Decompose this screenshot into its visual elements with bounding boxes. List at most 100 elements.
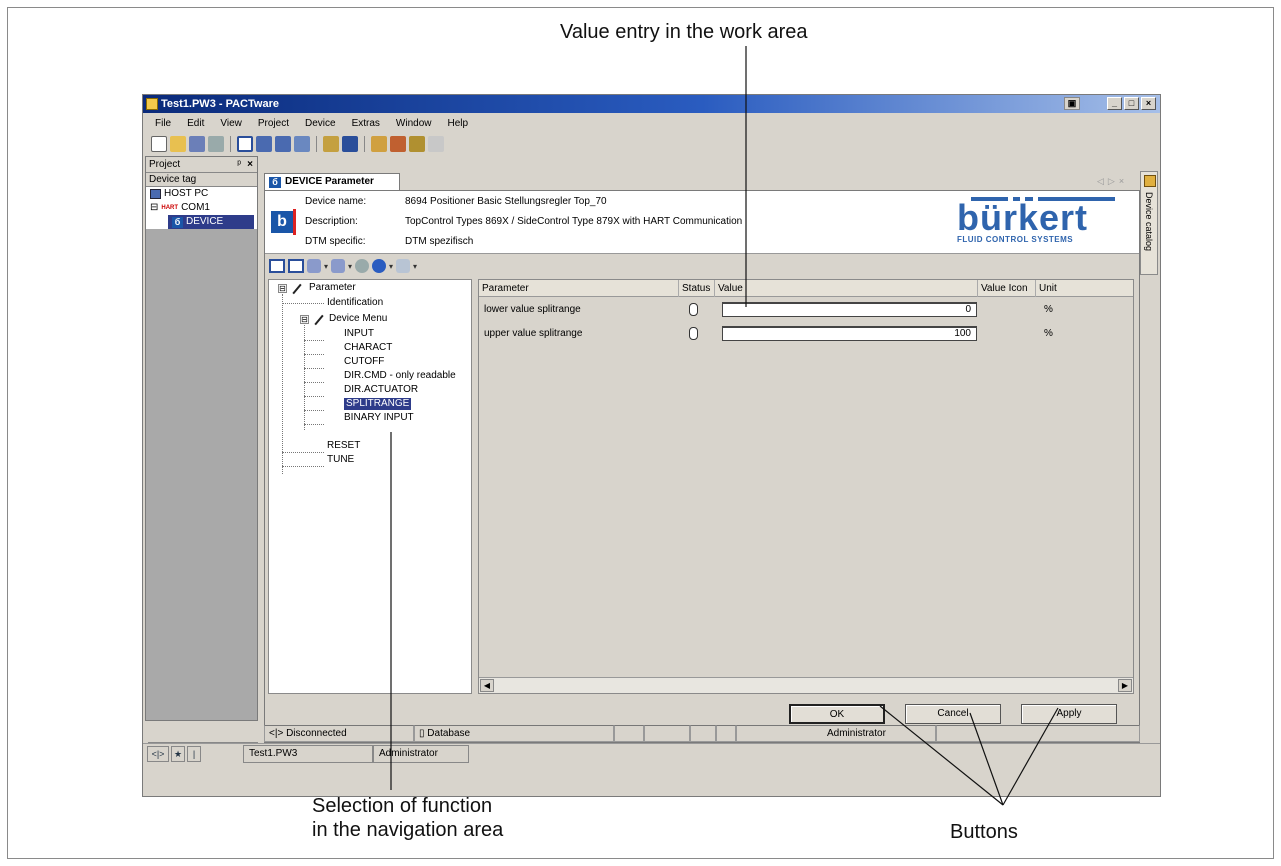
- nav-item-binary-input[interactable]: BINARY INPUT: [344, 412, 414, 424]
- nav-item-identification[interactable]: Identification: [327, 297, 383, 309]
- cancel-button[interactable]: Cancel: [905, 704, 1001, 724]
- table-row: lower value splitrange 0 %: [479, 299, 1133, 321]
- nav-item-dir-cmd[interactable]: DIR.CMD - only readable: [344, 370, 456, 382]
- scroll-right-icon[interactable]: ▶: [1118, 679, 1132, 692]
- project-pane-title: Project: [149, 159, 181, 170]
- project-item-label: COM1: [181, 202, 210, 213]
- open-project-icon[interactable]: [170, 136, 186, 152]
- menu-help[interactable]: Help: [439, 118, 476, 129]
- device-catalog-tab[interactable]: Device catalog: [1140, 171, 1158, 275]
- connect-icon[interactable]: [256, 136, 272, 152]
- column-header-value-icon[interactable]: Value Icon: [978, 280, 1036, 297]
- project-item-com1[interactable]: ⊟ HART COM1: [146, 201, 257, 215]
- online-state-icon: <|>: [147, 746, 169, 762]
- upload-icon[interactable]: [307, 259, 321, 273]
- nav-item-dir-actuator[interactable]: DIR.ACTUATOR: [344, 384, 418, 396]
- menu-edit[interactable]: Edit: [179, 118, 212, 129]
- chevron-down-icon[interactable]: ▾: [324, 262, 328, 271]
- burkert-brand-logo: bürkert FLUID CONTROL SYSTEMS: [957, 195, 1115, 251]
- parameter-name: upper value splitrange: [484, 328, 583, 339]
- nav-item-reset[interactable]: RESET: [327, 440, 360, 452]
- collapse-icon[interactable]: ⊟: [300, 315, 309, 324]
- toolbar-separator: [364, 136, 365, 152]
- project-view-icon[interactable]: [237, 136, 253, 152]
- project-item-device[interactable]: б DEVICE: [168, 215, 254, 229]
- chevron-down-icon[interactable]: ▾: [389, 262, 393, 271]
- menu-project[interactable]: Project: [250, 118, 297, 129]
- menu-window[interactable]: Window: [388, 118, 440, 129]
- device-tag-column[interactable]: Device tag: [146, 173, 257, 187]
- close-pane-icon[interactable]: ×: [247, 157, 253, 173]
- download-icon[interactable]: [331, 259, 346, 273]
- menu-file[interactable]: File: [147, 118, 179, 129]
- refresh-icon[interactable]: [355, 259, 370, 273]
- show-work-area-icon[interactable]: [288, 259, 304, 273]
- nav-item-charact[interactable]: CHARACT: [344, 342, 392, 354]
- grid-horizontal-scrollbar[interactable]: ◀ ▶: [479, 677, 1133, 693]
- measured-value-icon[interactable]: [428, 136, 444, 152]
- menu-view[interactable]: View: [212, 118, 250, 129]
- properties-icon[interactable]: [409, 136, 425, 152]
- project-file-status: Test1.PW3: [243, 745, 373, 763]
- project-item-host-pc[interactable]: HOST PC: [146, 187, 257, 201]
- device-catalog-icon[interactable]: [323, 136, 339, 152]
- menu-extras[interactable]: Extras: [344, 118, 388, 129]
- tab-navigation-icon[interactable]: ◁▷×: [1097, 176, 1128, 187]
- add-device-icon[interactable]: [371, 136, 387, 152]
- column-header-parameter[interactable]: Parameter: [479, 280, 679, 297]
- column-header-status[interactable]: Status: [679, 280, 715, 297]
- print-icon[interactable]: [396, 259, 411, 273]
- nav-item-tune[interactable]: TUNE: [327, 454, 354, 466]
- collapse-icon[interactable]: ⊟: [278, 284, 287, 293]
- project-tree: Device tag HOST PC ⊟ HART COM1 б DEVICE: [146, 173, 257, 229]
- nav-item-input[interactable]: INPUT: [344, 328, 374, 340]
- lower-splitrange-input[interactable]: 0: [722, 302, 977, 317]
- help-icon[interactable]: [372, 259, 387, 273]
- minimize-button[interactable]: _: [1107, 97, 1122, 110]
- status-icon: [689, 327, 698, 340]
- ok-button[interactable]: OK: [789, 704, 885, 724]
- nav-item-cutoff[interactable]: CUTOFF: [344, 356, 384, 368]
- title-bar[interactable]: Test1.PW3 - PACTware ▣ _ □ ×: [143, 95, 1160, 113]
- dtm-specific-value: DTM spezifisch: [405, 236, 474, 247]
- bookmark-icon: ★: [171, 746, 185, 762]
- nav-item-splitrange[interactable]: SPLITRANGE: [344, 398, 412, 410]
- callout-navigation-line1: Selection of function: [312, 795, 493, 817]
- menu-device[interactable]: Device: [297, 118, 344, 129]
- database-icon: ▯: [419, 728, 425, 739]
- print-icon[interactable]: [208, 136, 224, 152]
- navigation-tree: ⊟ Parameter Identification ⊟ Device Menu…: [268, 279, 472, 694]
- apply-button[interactable]: Apply: [1021, 704, 1117, 724]
- chevron-down-icon[interactable]: ▾: [348, 262, 352, 271]
- tab-device-parameter[interactable]: б DEVICE Parameter: [264, 173, 400, 190]
- connection-status: <|> Disconnected: [264, 725, 414, 742]
- burkert-device-icon: б: [269, 177, 281, 188]
- main-toolbar: [143, 133, 1160, 155]
- nav-item-device-menu[interactable]: Device Menu: [329, 313, 387, 325]
- status-cell: [716, 725, 736, 742]
- delete-device-icon[interactable]: [390, 136, 406, 152]
- disconnect-icon[interactable]: [275, 136, 291, 152]
- column-header-value[interactable]: Value: [715, 280, 978, 297]
- close-button[interactable]: ×: [1141, 97, 1156, 110]
- pin-icon[interactable]: ᵖ: [237, 157, 241, 173]
- project-item-label: DEVICE: [186, 216, 224, 227]
- new-project-icon[interactable]: [151, 136, 167, 152]
- upper-splitrange-input[interactable]: 100: [722, 326, 977, 341]
- pactware-window: Test1.PW3 - PACTware ▣ _ □ × File Edit V…: [142, 94, 1161, 797]
- main-user-status: Administrator: [373, 745, 469, 763]
- catalog-update-icon[interactable]: [342, 136, 358, 152]
- chevron-down-icon[interactable]: ▾: [413, 262, 417, 271]
- column-header-unit[interactable]: Unit: [1036, 280, 1133, 297]
- unit-label: %: [1044, 328, 1053, 339]
- table-row: upper value splitrange 100 %: [479, 323, 1133, 345]
- hart-icon: HART: [161, 205, 179, 211]
- scroll-left-icon[interactable]: ◀: [480, 679, 494, 692]
- save-project-icon[interactable]: [189, 136, 205, 152]
- load-from-device-icon[interactable]: [294, 136, 310, 152]
- maximize-button[interactable]: □: [1124, 97, 1139, 110]
- collapse-icon[interactable]: ⊟: [150, 201, 158, 215]
- show-navigation-icon[interactable]: [269, 259, 285, 273]
- window-pin-icon[interactable]: ▣: [1064, 97, 1080, 110]
- nav-item-parameter[interactable]: Parameter: [309, 282, 356, 294]
